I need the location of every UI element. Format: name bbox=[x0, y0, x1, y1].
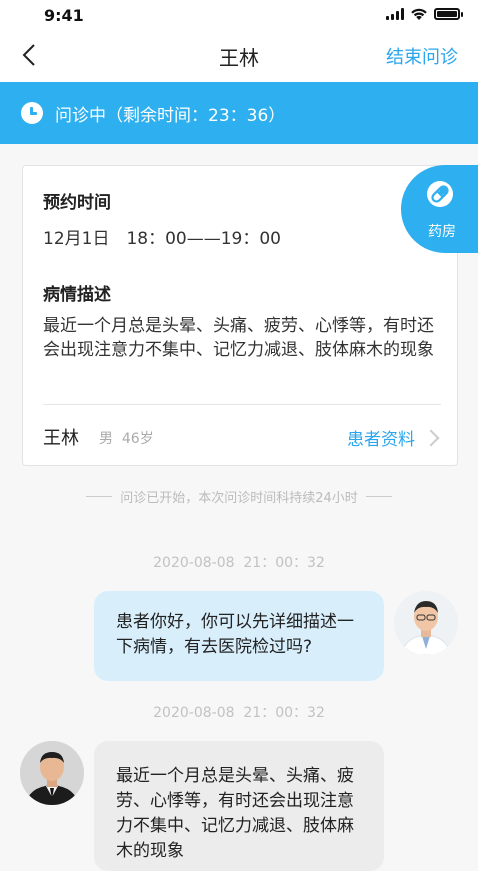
appointment-time-value: 12月1日 18：00——19：00 bbox=[43, 229, 281, 249]
back-button[interactable] bbox=[14, 40, 44, 70]
chevron-right-icon bbox=[422, 429, 440, 446]
condition-label: 病情描述 bbox=[43, 285, 111, 305]
condition-description: 最近一个月总是头晕、头痛、疲劳、心悸等，有时还会出现注意力不集中、记忆力减退、肢… bbox=[43, 316, 434, 360]
doctor-message-bubble: 患者你好，你可以先详细描述一下病情，有去医院检过吗? bbox=[94, 591, 384, 681]
consultation-notice: 问诊已开始，本次问诊时间科持续24小时 bbox=[0, 487, 478, 506]
pill-icon bbox=[427, 181, 453, 207]
doctor-avatar-image bbox=[394, 591, 458, 655]
patient-profile-link[interactable]: 患者资料 bbox=[347, 425, 440, 450]
patient-gender-age: 男 46岁 bbox=[99, 431, 154, 447]
notice-line-right bbox=[365, 496, 392, 497]
patient-profile-label: 患者资料 bbox=[347, 430, 415, 450]
message-timestamp: 2020-08-08 21：00：32 bbox=[153, 555, 325, 571]
message-timestamp: 2020-08-08 21：00：32 bbox=[153, 705, 325, 721]
divider bbox=[43, 404, 441, 405]
patient-name: 王林 bbox=[43, 428, 79, 449]
patient-message-bubble: 最近一个月总是头晕、头痛、疲劳、心悸等，有时还会出现注意力不集中、记忆力减退、肢… bbox=[94, 741, 384, 871]
doctor-avatar bbox=[394, 591, 458, 655]
consultation-status-banner: 问诊中（剩余时间：23：36） bbox=[0, 82, 478, 144]
chevron-left-icon bbox=[22, 44, 35, 66]
pharmacy-label: 药房 bbox=[428, 224, 456, 240]
notice-text: 问诊已开始，本次问诊时间科持续24小时 bbox=[120, 491, 358, 506]
pharmacy-button[interactable]: 药房 bbox=[401, 165, 478, 253]
appointment-card: 预约时间 12月1日 18：00——19：00 病情描述 最近一个月总是头晕、头… bbox=[22, 165, 458, 466]
notice-line-left bbox=[86, 496, 113, 497]
status-bar: 9:41 bbox=[0, 0, 478, 30]
appointment-time-label: 预约时间 bbox=[43, 193, 111, 213]
status-icons bbox=[386, 7, 463, 21]
wifi-icon bbox=[411, 8, 427, 20]
end-consultation-button[interactable]: 结束问诊 bbox=[386, 43, 458, 69]
nav-bar: 王林 结束问诊 bbox=[0, 30, 478, 82]
status-time: 9:41 bbox=[44, 6, 84, 25]
patient-avatar bbox=[20, 741, 84, 805]
signal-icon bbox=[386, 8, 404, 20]
battery-icon bbox=[434, 8, 463, 20]
banner-text: 问诊中（剩余时间：23：36） bbox=[55, 105, 286, 126]
patient-avatar-image bbox=[20, 741, 84, 805]
clock-icon bbox=[21, 102, 43, 124]
